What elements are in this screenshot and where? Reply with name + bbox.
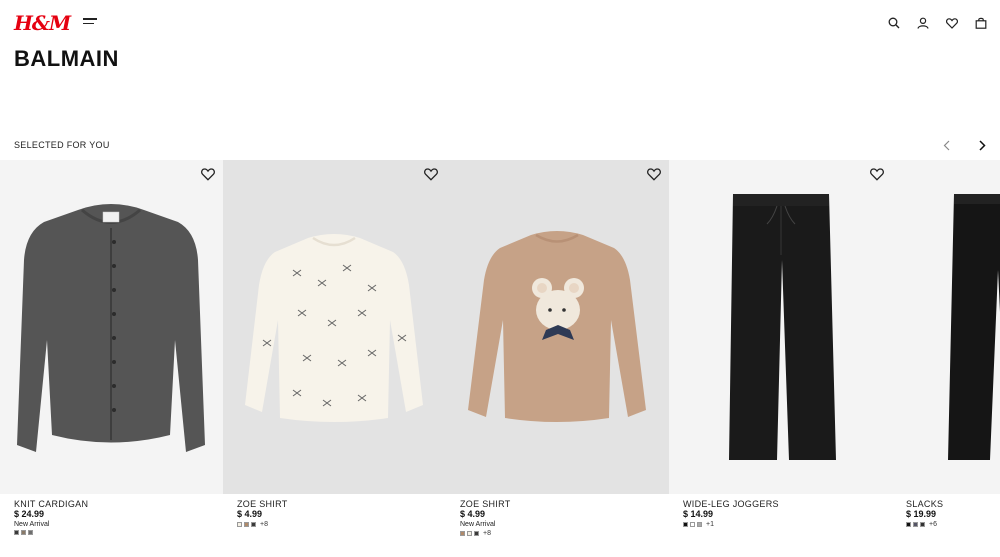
product-price: $ 4.99 [237,509,263,519]
product-name[interactable]: ZOE SHIRT [460,499,511,509]
product-name[interactable]: SLACKS [906,499,943,509]
product-price: $ 14.99 [683,509,714,519]
color-swatches: +6 [906,521,937,528]
more-colors-count[interactable]: +1 [706,521,714,528]
favorite-heart-icon[interactable] [424,168,438,181]
color-swatch[interactable] [21,530,26,535]
color-swatch[interactable] [906,522,911,527]
color-swatch[interactable] [460,531,465,536]
product-image[interactable] [0,160,223,494]
product-price: $ 4.99 [460,509,486,519]
header-icons [885,14,990,32]
product-image[interactable] [223,160,446,494]
carousel-prev-button[interactable] [940,138,952,152]
product-price: $ 19.99 [906,509,937,519]
menu-line [83,22,94,24]
product-card[interactable]: KNIT CARDIGAN $ 24.99 New Arrival [0,160,223,557]
carousel-next-button[interactable] [976,138,988,152]
color-swatches: +8 [237,521,268,528]
carousel-nav [940,138,988,152]
menu-line [83,18,97,20]
favorite-heart-icon[interactable] [647,168,661,181]
product-image[interactable] [892,160,1000,494]
color-swatches: +8 [460,530,491,537]
color-swatches: +1 [683,521,714,528]
product-card[interactable]: SLACKS $ 19.99 +6 [892,160,1000,557]
color-swatch[interactable] [28,530,33,535]
color-swatch[interactable] [920,522,925,527]
product-card[interactable]: ZOE SHIRT $ 4.99 New Arrival +8 [446,160,669,557]
more-colors-count[interactable]: +6 [929,521,937,528]
favorite-heart-icon[interactable] [870,168,884,181]
product-name[interactable]: KNIT CARDIGAN [14,499,88,509]
color-swatch[interactable] [690,522,695,527]
product-price: $ 24.99 [14,509,45,519]
product-card[interactable]: ZOE SHIRT $ 4.99 +8 [223,160,446,557]
color-swatch[interactable] [683,522,688,527]
color-swatch[interactable] [14,530,19,535]
section-title: SELECTED FOR YOU [14,140,110,150]
color-swatches [14,530,33,535]
color-swatch[interactable] [237,522,242,527]
product-carousel: KNIT CARDIGAN $ 24.99 New Arrival ZOE SH… [0,160,1000,557]
color-swatch[interactable] [467,531,472,536]
more-colors-count[interactable]: +8 [483,530,491,537]
page-title: BALMAIN [14,46,119,71]
product-image[interactable] [669,160,892,494]
new-arrival-badge: New Arrival [460,521,496,528]
menu-button[interactable] [83,18,97,28]
shopping-bag-icon[interactable] [972,14,990,32]
favorite-heart-icon[interactable] [201,168,215,181]
color-swatch[interactable] [913,522,918,527]
product-card[interactable]: WIDE-LEG JOGGERS $ 14.99 +1 [669,160,892,557]
more-colors-count[interactable]: +8 [260,521,268,528]
favorites-icon[interactable] [943,14,961,32]
search-icon[interactable] [885,14,903,32]
product-image[interactable] [446,160,669,494]
color-swatch[interactable] [474,531,479,536]
product-name[interactable]: WIDE-LEG JOGGERS [683,499,779,509]
account-icon[interactable] [914,14,932,32]
hm-logo[interactable]: H&M [14,11,71,35]
color-swatch[interactable] [251,522,256,527]
color-swatch[interactable] [244,522,249,527]
new-arrival-badge: New Arrival [14,521,50,528]
product-name[interactable]: ZOE SHIRT [237,499,288,509]
color-swatch[interactable] [697,522,702,527]
